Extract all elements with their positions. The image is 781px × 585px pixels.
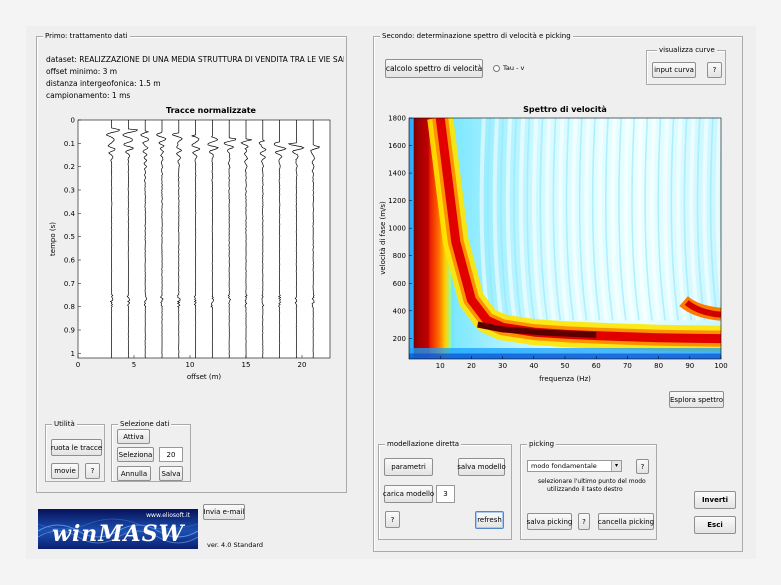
x-tick-label: 10: [436, 362, 445, 370]
salva-button[interactable]: Salva: [159, 466, 183, 481]
carica-modello-button[interactable]: carica modello: [383, 485, 434, 503]
x-tick-label: 10: [186, 361, 195, 369]
y-tick-label: 0.5: [64, 233, 75, 241]
visualizza-help-button[interactable]: ?: [707, 62, 722, 78]
salva-modello-button[interactable]: salva modello: [457, 458, 506, 476]
x-tick-label: 5: [132, 361, 136, 369]
picking-help-button[interactable]: ?: [636, 459, 649, 474]
modellazione-help-button[interactable]: ?: [385, 511, 400, 528]
offset-label: offset minimo: 3 m: [46, 67, 118, 76]
modo-select[interactable]: modo fondamentale ▾: [527, 460, 622, 472]
modellazione-title: modellazione diretta: [385, 438, 462, 450]
traces-chart[interactable]: Tracce normalizzate 0 5 10 15 20 0 0.1 0.2 0.3 0.…: [46, 102, 336, 392]
utility-help-button[interactable]: ?: [85, 463, 100, 479]
esplora-spettro-button[interactable]: Esplora spettro: [669, 391, 724, 408]
y-tick-label: 400: [393, 307, 406, 315]
utility-title: Utilità: [52, 418, 77, 430]
x-tick-label: 90: [685, 362, 694, 370]
y-tick-label: 1000: [388, 225, 406, 233]
x-axis-label: offset (m): [187, 373, 222, 381]
version-label: ver. 4.0 Standard: [207, 541, 264, 549]
seleziona-button[interactable]: Seleziona: [117, 447, 154, 462]
main-window: Primo: trattamento dati dataset: REALIZZ…: [26, 26, 756, 559]
winmasw-logo: www.eliosoft.it winMASW: [38, 509, 198, 549]
x-tick-label: 15: [242, 361, 251, 369]
visualizza-title: visualizza curve: [657, 44, 717, 56]
modello-input[interactable]: 3: [436, 485, 455, 503]
y-tick-label: 1600: [388, 142, 406, 150]
y-tick-label: 0.9: [64, 327, 75, 335]
y-tick-label: 1: [71, 350, 75, 358]
modo-select-value: modo fondamentale: [531, 462, 597, 470]
x-tick-label: 60: [592, 362, 601, 370]
x-tick-label: 20: [467, 362, 476, 370]
y-tick-label: 0.2: [64, 163, 75, 171]
salva-picking-button[interactable]: salva picking: [527, 513, 572, 530]
y-tick-label: 0.6: [64, 257, 76, 265]
y-tick-label: 1800: [388, 115, 406, 123]
y-tick-label: 1200: [388, 197, 406, 205]
annulla-button[interactable]: Annulla: [117, 466, 151, 481]
picking-help-button-2[interactable]: ?: [578, 513, 590, 530]
x-tick-label: 70: [623, 362, 632, 370]
picking-hint-line-2: utilizzando il tasto destro: [547, 486, 623, 493]
calcolo-spettro-button[interactable]: calcolo spettro di velocità: [385, 59, 483, 78]
cancella-picking-button[interactable]: cancella picking: [598, 513, 654, 530]
picking-title: picking: [527, 438, 557, 450]
y-tick-label: 0: [71, 117, 75, 125]
campionamento-label: campionamento: 1 ms: [46, 91, 131, 100]
seleziona-input[interactable]: 20: [159, 447, 183, 462]
logo-url: www.eliosoft.it: [146, 512, 190, 519]
y-tick-label: 800: [393, 252, 406, 260]
spectrum-chart[interactable]: Spettro di velocità 10 20 30 40 50 60 70 80 90 10…: [378, 102, 734, 387]
chart-title: Tracce normalizzate: [166, 106, 257, 115]
inverti-button[interactable]: Inverti: [694, 491, 736, 509]
tau-v-label: Tau - v: [503, 64, 525, 72]
panel-title: Primo: trattamento dati: [43, 30, 130, 42]
chevron-down-icon: ▾: [611, 461, 621, 471]
y-tick-label: 0.4: [64, 210, 76, 218]
refresh-button[interactable]: refresh: [475, 511, 504, 529]
parametri-button[interactable]: parametri: [384, 458, 433, 476]
x-tick-label: 100: [714, 362, 727, 370]
y-tick-label: 1400: [388, 170, 406, 178]
y-axis-label: velocità di fase (m/s): [379, 201, 387, 275]
ruota-tracce-button[interactable]: ruota le tracce: [51, 439, 102, 456]
spectrum-heatmap: [409, 118, 731, 359]
y-tick-label: 0.7: [64, 280, 75, 288]
spectrum-core-band: [418, 118, 430, 359]
distanza-label: distanza intergeofonica: 1.5 m: [46, 79, 161, 88]
x-tick-label: 0: [76, 361, 80, 369]
x-axis-label: frequenza (Hz): [539, 375, 591, 383]
attiva-button[interactable]: Attiva: [117, 429, 150, 444]
dataset-label: dataset: REALIZZAZIONE DI UNA MEDIA STRU…: [46, 55, 344, 64]
radio-circle-icon: [493, 65, 500, 72]
logo-text: winMASW: [52, 521, 185, 547]
y-axis-label: tempo (s): [49, 222, 57, 256]
y-tick-label: 0.1: [64, 140, 75, 148]
input-curva-button[interactable]: input curva: [652, 62, 696, 78]
x-tick-label: 40: [529, 362, 538, 370]
invia-email-button[interactable]: Invia e-mail: [203, 504, 245, 520]
x-tick-label: 50: [561, 362, 570, 370]
x-tick-label: 30: [498, 362, 507, 370]
y-tick-label: 0.3: [64, 187, 75, 195]
tau-v-radio[interactable]: Tau - v: [493, 64, 533, 74]
y-tick-label: 0.8: [64, 303, 75, 311]
x-tick-label: 20: [298, 361, 307, 369]
y-tick-label: 200: [393, 335, 406, 343]
esci-button[interactable]: Esci: [694, 516, 736, 534]
x-tick-label: 80: [654, 362, 663, 370]
plot-area: [77, 119, 331, 359]
y-tick-label: 600: [393, 280, 406, 288]
chart-title: Spettro di velocità: [523, 105, 607, 114]
panel-title: Secondo: determinazione spettro di veloc…: [380, 30, 573, 42]
movie-button[interactable]: movie: [51, 463, 79, 479]
spectrum-fringe: [724, 118, 731, 320]
